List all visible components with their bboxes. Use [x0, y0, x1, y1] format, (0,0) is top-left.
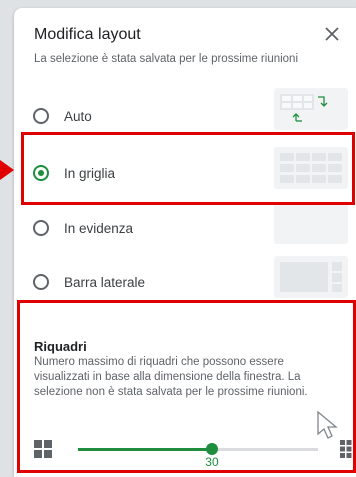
highlight-grid-option — [21, 132, 355, 205]
highlight-tiles-section — [17, 300, 356, 473]
highlight-arrow — [0, 160, 14, 180]
close-button[interactable] — [320, 22, 344, 46]
option-label-auto: Auto — [64, 108, 92, 124]
radio-sidebar[interactable] — [33, 274, 49, 290]
spotlight-layout-preview — [274, 202, 348, 244]
dialog-subtitle: La selezione è stata salvata per le pros… — [34, 53, 299, 65]
option-label-sidebar: Barra laterale — [64, 274, 146, 290]
option-label-spotlight: In evidenza — [64, 220, 134, 236]
auto-layout-preview — [274, 88, 348, 130]
close-icon — [325, 27, 339, 41]
sidebar-layout-preview — [274, 256, 348, 298]
radio-spotlight[interactable] — [33, 220, 49, 236]
dialog-title: Modifica layout — [34, 26, 141, 43]
radio-auto[interactable] — [33, 108, 49, 124]
